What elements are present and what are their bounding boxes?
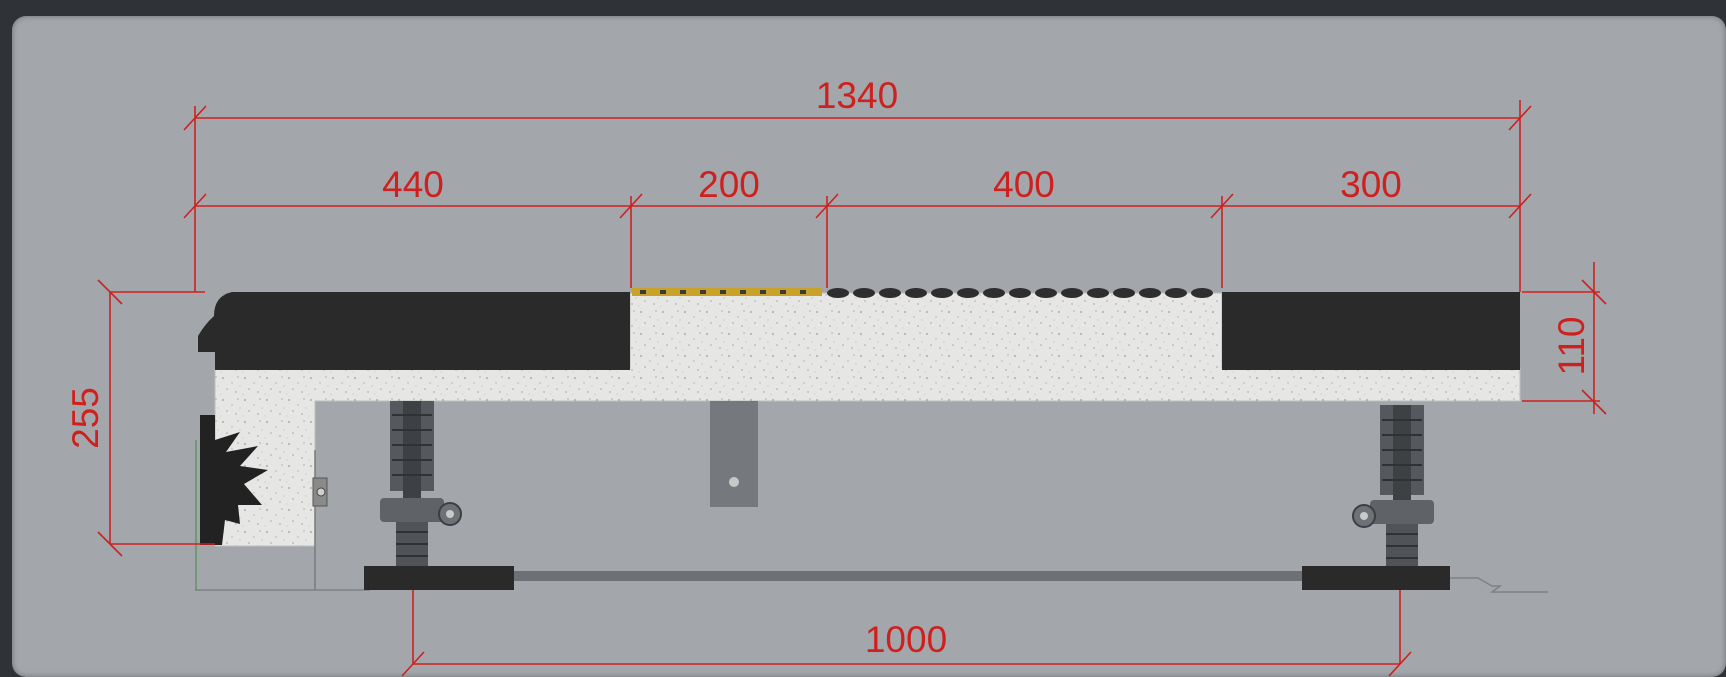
right-rubber-block [1222,292,1520,370]
dim-overall-width: 1340 [816,75,898,116]
dim-deck-thickness: 110 [1551,317,1592,376]
center-hanger [710,401,758,507]
yellow-strip [632,288,822,296]
tie-bar [514,571,1302,581]
side-bracket [312,450,328,590]
cross-section-drawing: 1340 440 200 400 300 255 110 1000 [65,75,1607,677]
right-jack-support [1352,405,1434,568]
dim-segment-2: 200 [698,164,760,205]
ground-line-right [1450,577,1548,593]
right-base-plate [1302,566,1450,590]
left-jack-support [380,401,462,568]
left-rubber-block [198,292,630,370]
dim-segment-3: 400 [993,164,1055,205]
dim-segment-4: 300 [1340,164,1402,205]
dim-total-height: 255 [65,387,106,449]
bump-strip [827,288,1213,298]
dim-segment-1: 440 [382,164,444,205]
dim-support-spacing: 1000 [865,619,947,660]
left-base-plate [364,566,514,590]
drawing-frame: 1340 440 200 400 300 255 110 1000 [0,0,1726,677]
